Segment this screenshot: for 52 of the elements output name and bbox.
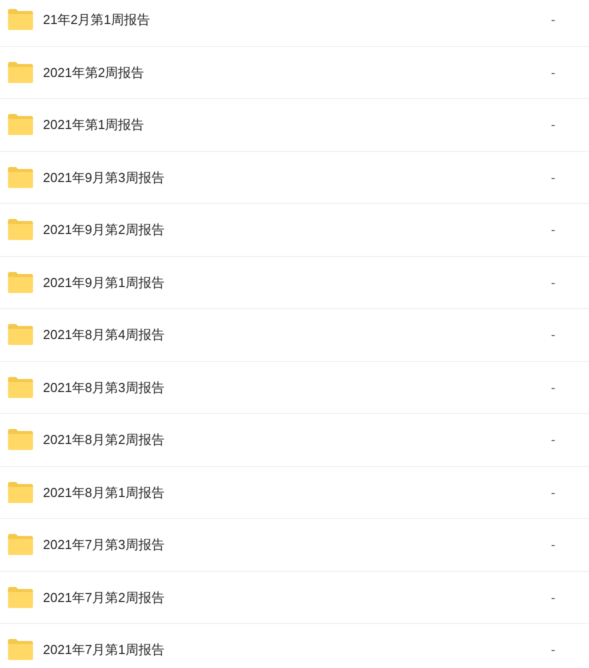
file-row[interactable]: 2021年8月第1周报告 - bbox=[0, 466, 589, 519]
file-name: 2021年第1周报告 bbox=[43, 116, 146, 134]
file-size: - bbox=[551, 378, 556, 396]
file-name: 2021年第2周报告 bbox=[43, 64, 146, 82]
file-name: 2021年7月第3周报告 bbox=[43, 536, 166, 554]
file-size: - bbox=[551, 536, 556, 554]
file-size: - bbox=[551, 326, 556, 344]
file-name: 2021年8月第3周报告 bbox=[43, 378, 166, 396]
folder-icon bbox=[8, 429, 33, 450]
file-size: - bbox=[551, 168, 556, 186]
folder-icon bbox=[8, 534, 33, 556]
folder-icon bbox=[8, 482, 33, 503]
file-name: 2021年7月第2周报告 bbox=[43, 588, 166, 606]
file-name: 2021年9月第2周报告 bbox=[43, 221, 166, 239]
file-size: - bbox=[551, 484, 556, 502]
file-size: - bbox=[551, 221, 556, 239]
folder-icon bbox=[8, 324, 33, 346]
file-size: - bbox=[551, 274, 556, 292]
file-row[interactable]: 2021年7月第3周报告 - bbox=[0, 519, 589, 572]
folder-icon bbox=[8, 639, 33, 660]
folder-icon bbox=[8, 114, 33, 136]
file-row[interactable]: 2021年8月第4周报告 - bbox=[0, 309, 589, 362]
file-row[interactable]: 2021年9月第1周报告 - bbox=[0, 256, 589, 309]
file-name: 2021年8月第2周报告 bbox=[43, 431, 166, 449]
folder-icon bbox=[8, 272, 33, 293]
file-name: 2021年9月第1周报告 bbox=[43, 274, 166, 292]
file-name: 2021年9月第3周报告 bbox=[43, 168, 166, 186]
file-name: 21年2月第1周报告 bbox=[43, 11, 151, 29]
file-size: - bbox=[551, 64, 556, 82]
file-row[interactable]: 2021年第1周报告 - bbox=[0, 99, 589, 152]
file-size: - bbox=[551, 641, 556, 659]
file-row[interactable]: 2021年第2周报告 - bbox=[0, 46, 589, 99]
file-row[interactable]: 2021年7月第1周报告 - bbox=[0, 624, 589, 668]
folder-icon bbox=[8, 376, 33, 398]
file-row[interactable]: 2021年7月第2周报告 - bbox=[0, 572, 589, 624]
file-row[interactable]: 2021年8月第3周报告 - bbox=[0, 362, 589, 414]
folder-icon bbox=[8, 219, 33, 240]
folder-icon bbox=[8, 9, 33, 30]
file-size: - bbox=[551, 11, 556, 29]
file-row[interactable]: 21年2月第1周报告 - bbox=[0, 0, 589, 46]
file-row[interactable]: 2021年9月第3周报告 - bbox=[0, 152, 589, 204]
file-size: - bbox=[551, 116, 556, 134]
file-name: 2021年8月第1周报告 bbox=[43, 484, 166, 502]
file-size: - bbox=[551, 588, 556, 606]
file-name: 2021年8月第4周报告 bbox=[43, 326, 166, 344]
file-row[interactable]: 2021年9月第2周报告 - bbox=[0, 204, 589, 256]
folder-icon bbox=[8, 586, 33, 608]
folder-icon bbox=[8, 62, 33, 83]
file-row[interactable]: 2021年8月第2周报告 - bbox=[0, 414, 589, 466]
file-name: 2021年7月第1周报告 bbox=[43, 641, 166, 659]
folder-icon bbox=[8, 166, 33, 188]
file-size: - bbox=[551, 431, 556, 449]
